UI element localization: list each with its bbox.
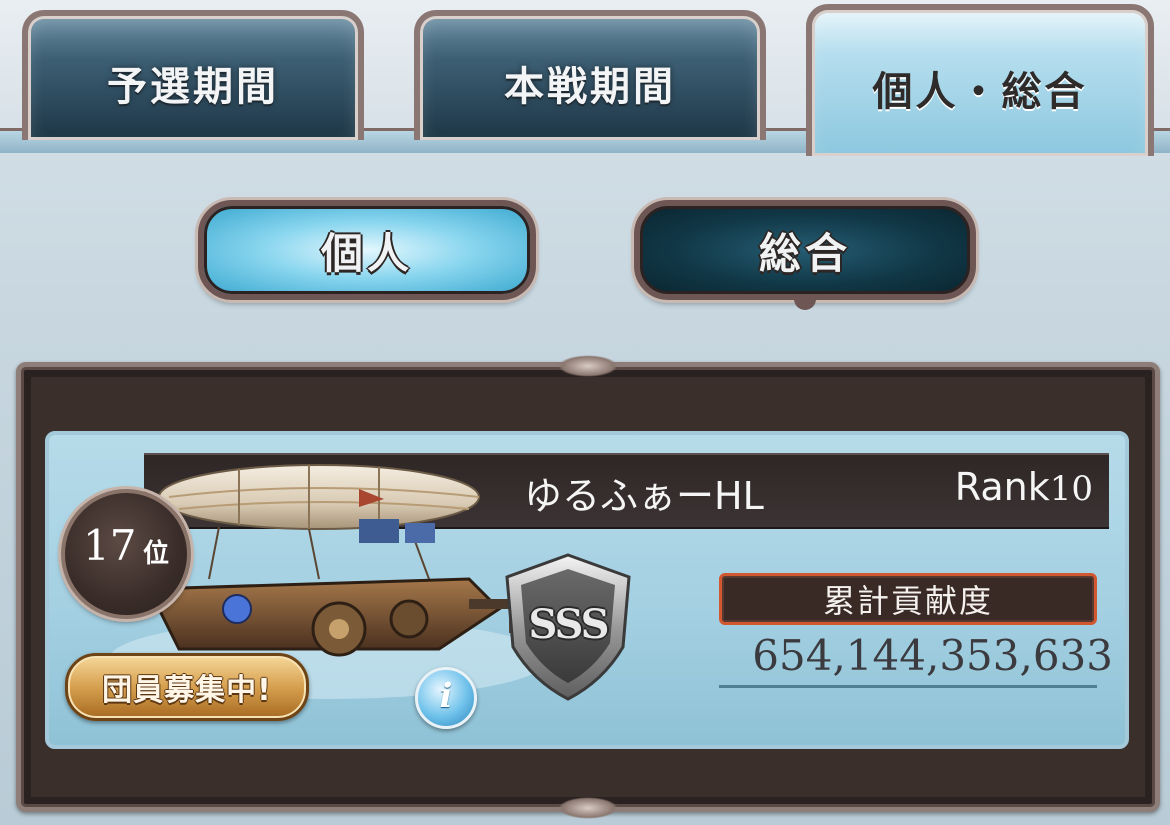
toggle-notch xyxy=(794,296,816,310)
tab-finals-label: 本戦期間 xyxy=(504,64,676,110)
info-icon-glyph: i xyxy=(439,676,453,716)
frame-ornament-top xyxy=(558,355,618,377)
contribution-label-text: 累計貢献度 xyxy=(822,582,993,620)
personal-toggle-button[interactable]: 個人 xyxy=(198,200,536,300)
tab-individual-overall[interactable]: 個人・総合 xyxy=(806,4,1154,156)
recruiting-badge: 団員募集中! xyxy=(65,653,309,721)
crew-rank-value: 10 xyxy=(1049,469,1093,509)
personal-toggle-label: 個人 xyxy=(320,228,413,278)
info-icon[interactable]: i xyxy=(415,667,477,729)
tab-preliminary-label: 予選期間 xyxy=(107,64,279,110)
overall-toggle-label: 総合 xyxy=(758,228,851,278)
tab-preliminary[interactable]: 予選期間 xyxy=(22,10,364,140)
ranking-entry-card[interactable]: ゆるふぁーHL Rank10 17 位 団員募集中! i SSS 累計貢献度 6… xyxy=(45,431,1129,749)
tab-finals[interactable]: 本戦期間 xyxy=(414,10,766,140)
contribution-underline xyxy=(719,685,1097,688)
recruiting-label: 団員募集中! xyxy=(102,673,272,708)
crew-rank: Rank10 xyxy=(955,465,1093,509)
crew-rank-prefix: Rank xyxy=(954,465,1050,509)
ranking-frame: ゆるふぁーHL Rank10 17 位 団員募集中! i SSS 累計貢献度 6… xyxy=(16,355,1160,819)
frame-ornament-bottom xyxy=(558,797,618,819)
placement-number: 17 xyxy=(83,521,137,570)
crew-name: ゆるふぁーHL xyxy=(524,474,764,518)
grade-shield-icon: SSS xyxy=(499,551,637,703)
tab-bar: 予選期間 本戦期間 個人・総合 xyxy=(0,0,1170,156)
placement-unit: 位 xyxy=(143,539,170,569)
tab-individual-overall-label: 個人・総合 xyxy=(872,69,1088,115)
overall-toggle-button[interactable]: 総合 xyxy=(634,200,976,310)
contribution-label: 累計貢献度 xyxy=(719,573,1097,625)
grade-text: SSS xyxy=(528,601,610,648)
contribution-value: 654,144,353,633 xyxy=(752,631,1113,680)
placement-badge: 17 位 xyxy=(61,489,191,619)
